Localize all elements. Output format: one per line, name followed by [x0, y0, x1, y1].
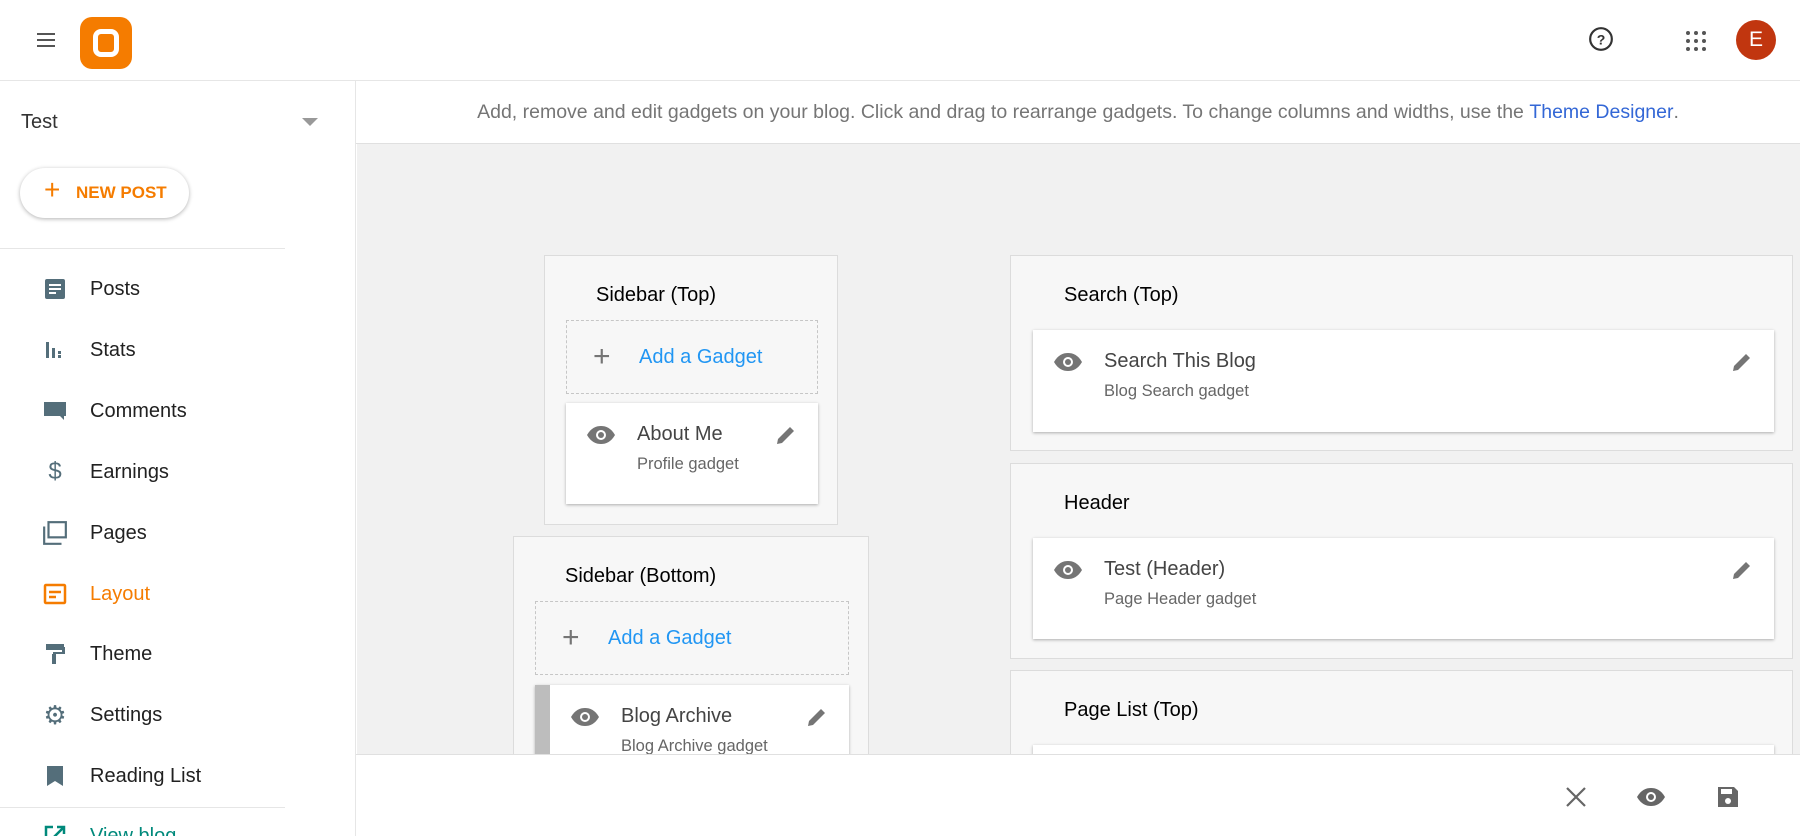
- section-title: Page List (Top): [1064, 699, 1199, 722]
- nav-view-blog[interactable]: View blog: [0, 811, 285, 836]
- eye-icon[interactable]: [1053, 560, 1083, 585]
- layout-icon: [42, 581, 68, 607]
- gadget-title: Test (Header): [1104, 558, 1225, 581]
- section-header: Header Test (Header) Page Header gadget: [1010, 463, 1793, 659]
- nav-label: Reading List: [90, 765, 201, 788]
- nav-layout[interactable]: Layout: [0, 569, 285, 619]
- pages-icon: [42, 520, 68, 546]
- nav-theme[interactable]: Theme: [0, 629, 285, 679]
- gadget-title: Search This Blog: [1104, 350, 1256, 373]
- nav-label: Comments: [90, 400, 187, 423]
- info-end: .: [1673, 101, 1678, 124]
- plus-icon: +: [44, 174, 60, 206]
- info-text: Add, remove and edit gadgets on your blo…: [477, 101, 1524, 124]
- theme-designer-link[interactable]: Theme Designer: [1529, 101, 1673, 124]
- help-icon[interactable]: ?: [1588, 26, 1614, 57]
- stats-icon: [42, 337, 68, 363]
- nav-settings[interactable]: ⚙ Settings: [0, 690, 285, 740]
- add-gadget-button[interactable]: + Add a Gadget: [535, 601, 849, 675]
- blog-selector[interactable]: Test: [21, 111, 58, 134]
- gadget-title: About Me: [637, 423, 723, 446]
- gadget-card[interactable]: Test (Header) Page Header gadget: [1033, 538, 1774, 639]
- section-title: Sidebar (Top): [596, 284, 716, 307]
- svg-text:?: ?: [1597, 31, 1606, 47]
- edit-pencil-icon[interactable]: [1730, 350, 1754, 379]
- nav-label: Stats: [90, 339, 136, 362]
- section-title: Header: [1064, 492, 1130, 515]
- nav-label: View blog: [90, 825, 176, 836]
- plus-icon: +: [593, 340, 611, 374]
- top-bar: ? E: [0, 0, 1800, 81]
- bookmark-icon: [42, 763, 68, 789]
- nav-posts[interactable]: Posts: [0, 264, 285, 314]
- blogger-logo[interactable]: [80, 17, 132, 69]
- menu-icon[interactable]: [34, 28, 58, 57]
- section-sidebar-bottom: Sidebar (Bottom) + Add a Gadget Blog Arch…: [513, 536, 869, 766]
- close-icon[interactable]: [1565, 786, 1587, 813]
- gadget-title: Blog Archive: [621, 705, 732, 728]
- nav-pages[interactable]: Pages: [0, 508, 285, 558]
- section-title: Sidebar (Bottom): [565, 565, 716, 588]
- nav-reading-list[interactable]: Reading List: [0, 751, 285, 801]
- divider: [0, 248, 285, 249]
- new-post-label: NEW POST: [76, 183, 167, 203]
- comments-icon: [42, 398, 68, 424]
- avatar[interactable]: E: [1736, 20, 1776, 60]
- section-title: Search (Top): [1064, 284, 1179, 307]
- edit-pencil-icon[interactable]: [805, 705, 829, 734]
- add-gadget-label: Add a Gadget: [608, 627, 731, 650]
- nav-earnings[interactable]: $ Earnings: [0, 447, 285, 497]
- info-bar: Add, remove and edit gadgets on your blo…: [356, 81, 1800, 144]
- gadget-type: Profile gadget: [637, 455, 739, 474]
- edit-pencil-icon[interactable]: [1730, 558, 1754, 587]
- nav-label: Settings: [90, 704, 162, 727]
- preview-eye-icon[interactable]: [1636, 787, 1666, 812]
- add-gadget-button[interactable]: + Add a Gadget: [566, 320, 818, 394]
- left-nav: Test + NEW POST Posts Stats Comments $ Ea…: [0, 81, 356, 836]
- dropdown-arrow-icon[interactable]: [302, 118, 318, 126]
- nav-label: Earnings: [90, 461, 169, 484]
- apps-icon[interactable]: [1684, 29, 1708, 58]
- nav-label: Theme: [90, 643, 152, 666]
- eye-icon[interactable]: [586, 425, 616, 450]
- gadget-type: Page Header gadget: [1104, 590, 1256, 609]
- eye-icon[interactable]: [1053, 352, 1083, 377]
- nav-comments[interactable]: Comments: [0, 386, 285, 436]
- section-sidebar-top: Sidebar (Top) + Add a Gadget About Me Pro…: [544, 255, 838, 525]
- new-post-button[interactable]: + NEW POST: [20, 168, 189, 218]
- posts-icon: [42, 276, 68, 302]
- gear-icon: ⚙: [42, 702, 68, 728]
- nav-stats[interactable]: Stats: [0, 325, 285, 375]
- dollar-icon: $: [42, 459, 68, 485]
- save-icon[interactable]: [1716, 785, 1740, 814]
- open-in-new-icon: [42, 823, 68, 836]
- bottom-action-bar: [356, 754, 1800, 836]
- edit-pencil-icon[interactable]: [774, 423, 798, 452]
- divider: [0, 807, 285, 808]
- theme-icon: [42, 641, 68, 667]
- add-gadget-label: Add a Gadget: [639, 346, 762, 369]
- section-search-top: Search (Top) Search This Blog Blog Searc…: [1010, 255, 1793, 451]
- plus-icon: +: [562, 621, 580, 655]
- gadget-card[interactable]: Search This Blog Blog Search gadget: [1033, 330, 1774, 432]
- gadget-type: Blog Search gadget: [1104, 382, 1249, 401]
- gadget-card[interactable]: About Me Profile gadget: [566, 403, 818, 504]
- eye-icon[interactable]: [570, 707, 600, 732]
- nav-label: Posts: [90, 278, 140, 301]
- nav-label: Layout: [90, 583, 150, 606]
- nav-label: Pages: [90, 522, 147, 545]
